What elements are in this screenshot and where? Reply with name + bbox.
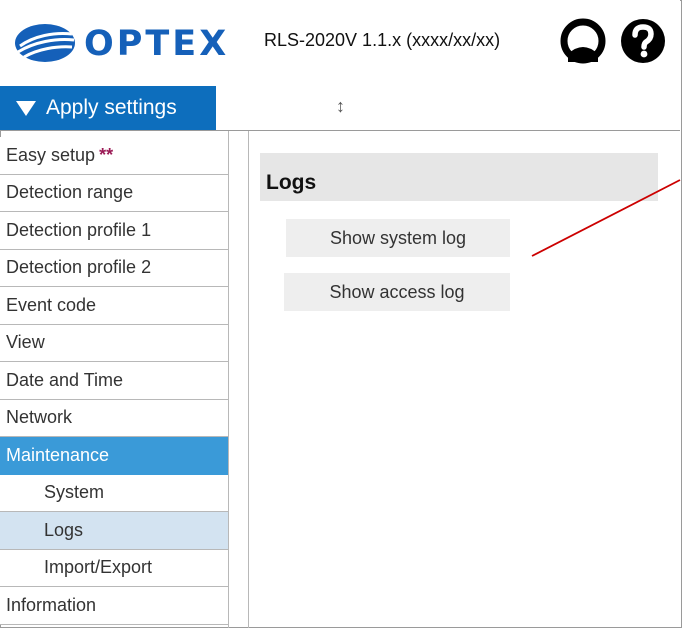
annotation-pointer-line (531, 179, 681, 257)
